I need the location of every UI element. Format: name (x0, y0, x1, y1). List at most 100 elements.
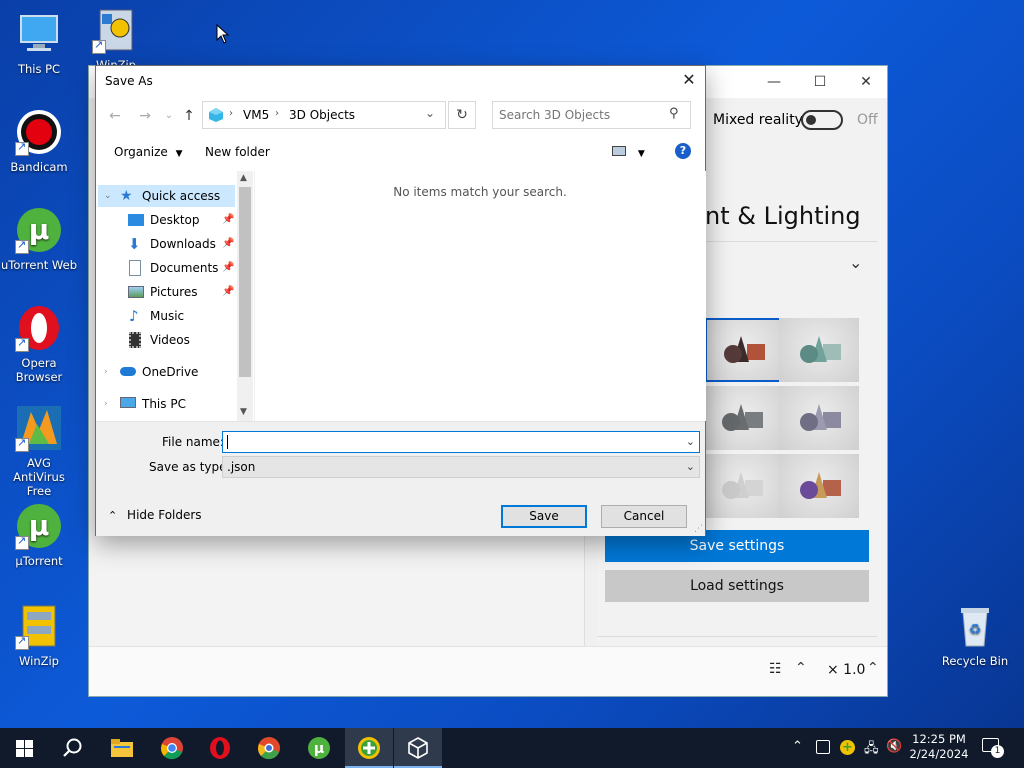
scrollbar-thumb[interactable] (239, 187, 251, 377)
nav-item-onedrive[interactable]: › OneDrive (96, 361, 235, 383)
nav-item-desktop[interactable]: Desktop 📌 (96, 209, 235, 231)
desktop-icon-utorrent[interactable]: µ µTorrent (1, 502, 77, 568)
nav-item-this-pc[interactable]: › This PC (96, 393, 235, 415)
navigation-scrollbar[interactable]: ▲ ▼ (237, 171, 253, 421)
tray-green-plus-icon[interactable]: + (840, 740, 855, 755)
search-box[interactable]: ⚲ (492, 101, 691, 129)
save-as-type-value: .json (227, 460, 256, 474)
search-button[interactable] (48, 728, 96, 768)
taskbar-3d-viewer[interactable] (394, 728, 442, 768)
file-list-area[interactable]: No items match your search. (254, 171, 706, 421)
lighting-preset[interactable] (779, 318, 859, 382)
notification-center-button[interactable]: 1 (982, 738, 1004, 758)
chevron-up-icon[interactable]: ⌃ (867, 660, 879, 676)
search-icon[interactable]: ⚲ (669, 106, 679, 121)
view-menu-button[interactable]: ▼ (612, 145, 645, 159)
chevron-up-icon[interactable]: ⌃ (795, 660, 807, 676)
address-dropdown-icon[interactable]: ⌄ (425, 106, 435, 120)
videos-icon (129, 332, 141, 348)
desktop-icon-this-pc[interactable]: This PC (1, 10, 77, 76)
nav-item-videos[interactable]: Videos (96, 329, 235, 351)
cancel-button[interactable]: Cancel (601, 505, 687, 528)
nav-item-label: This PC (142, 397, 186, 411)
pin-icon: 📌 (222, 238, 235, 249)
lighting-preset[interactable] (705, 386, 785, 450)
desktop-icon-avg[interactable]: AVG AntiVirus Free (1, 404, 77, 498)
mixed-reality-toggle[interactable] (801, 110, 843, 130)
view-options-icon[interactable]: ☷ (769, 661, 782, 677)
taskbar-utorrent[interactable]: µ (295, 728, 343, 768)
computer-icon (120, 397, 136, 408)
nav-item-downloads[interactable]: ⬇ Downloads 📌 (96, 233, 235, 255)
taskbar-app-active[interactable] (345, 728, 393, 768)
lighting-preset[interactable] (705, 454, 785, 518)
file-explorer-icon (111, 739, 133, 757)
help-icon[interactable]: ? (675, 143, 691, 159)
desktop-icon-opera[interactable]: Opera Browser (1, 304, 77, 384)
search-input[interactable] (499, 106, 663, 124)
chevron-down-icon[interactable]: ⌄ (686, 432, 695, 452)
text-cursor (227, 435, 228, 449)
tray-app-icon[interactable] (816, 740, 830, 754)
start-button[interactable] (0, 728, 48, 768)
lighting-preset[interactable] (779, 454, 859, 518)
minimize-button[interactable]: — (751, 66, 797, 98)
scroll-up-icon[interactable]: ▲ (240, 173, 247, 183)
forward-button[interactable]: → (134, 106, 156, 126)
nav-item-quick-access[interactable]: ⌄ ★ Quick access (96, 185, 235, 207)
volume-muted-icon[interactable]: 🔇 (886, 739, 902, 754)
desktop-icon-label: Opera Browser (15, 356, 63, 384)
desktop-icon-label: uTorrent Web (1, 258, 77, 272)
resize-grip-icon[interactable]: ⋰ (694, 524, 703, 534)
address-bar[interactable]: › VM5 › 3D Objects ⌄ (202, 101, 446, 129)
dialog-close-button[interactable]: ✕ (673, 66, 705, 94)
refresh-button[interactable]: ↻ (448, 101, 476, 129)
winzip-icon (92, 6, 140, 54)
taskbar-browser[interactable] (245, 728, 293, 768)
nav-item-music[interactable]: ♪ Music (96, 305, 235, 327)
desktop-icon-bandicam[interactable]: Bandicam (1, 108, 77, 174)
clock[interactable]: 12:25 PM 2/24/2024 (908, 732, 970, 762)
nav-item-documents[interactable]: Documents 📌 (96, 257, 235, 279)
file-name-field[interactable]: ⌄ (222, 431, 700, 453)
pin-icon: 📌 (222, 286, 235, 297)
up-button[interactable]: ↑ (178, 106, 200, 126)
back-button[interactable]: ← (104, 106, 126, 126)
chevron-down-icon[interactable]: ⌄ (849, 253, 862, 272)
app-close-button[interactable]: ✕ (843, 66, 889, 98)
new-folder-button[interactable]: New folder (205, 145, 270, 159)
taskbar-file-explorer[interactable] (98, 728, 146, 768)
desktop-icon-utorrent-web[interactable]: µ uTorrent Web (1, 206, 77, 272)
desktop-icon-recycle-bin[interactable]: ♻ Recycle Bin (937, 602, 1013, 668)
breadcrumb-item[interactable]: VM5 (243, 108, 269, 122)
taskbar-chrome[interactable] (148, 728, 196, 768)
show-hidden-icons-chevron[interactable]: ⌃ (792, 739, 803, 754)
network-icon[interactable]: 🖧 (864, 739, 879, 761)
taskbar-opera[interactable] (196, 728, 244, 768)
nav-item-pictures[interactable]: Pictures 📌 (96, 281, 235, 303)
desktop-icon-winzip-partial[interactable]: WinZip (78, 6, 154, 66)
hide-folders-button[interactable]: ⌃ Hide Folders (108, 508, 202, 522)
desktop-icon-label: AVG AntiVirus Free (13, 456, 65, 498)
caret-down-icon: ▼ (637, 149, 645, 159)
nav-item-label: Music (150, 309, 185, 323)
music-note-icon: ♪ (129, 307, 139, 325)
green-plus-app-icon (358, 737, 380, 759)
empty-message: No items match your search. (393, 185, 567, 199)
scroll-down-icon[interactable]: ▼ (240, 407, 247, 417)
recent-locations-button[interactable]: ⌄ (158, 106, 180, 126)
desktop-icon-winzip[interactable]: WinZip (1, 602, 77, 668)
save-button[interactable]: Save (501, 505, 587, 528)
caret-down-icon: ▼ (175, 149, 183, 159)
shortcut-arrow-icon (15, 336, 29, 352)
save-as-type-select[interactable]: .json ⌄ (222, 456, 700, 478)
avg-antivirus-icon (15, 404, 63, 452)
breadcrumb-item[interactable]: 3D Objects (289, 108, 355, 122)
load-settings-button[interactable]: Load settings (605, 570, 869, 602)
maximize-button[interactable]: ☐ (797, 66, 843, 98)
organize-menu[interactable]: Organize ▼ (114, 145, 183, 159)
lighting-preset[interactable] (705, 318, 785, 382)
dialog-title: Save As (105, 74, 153, 88)
shortcut-arrow-icon (15, 238, 29, 254)
lighting-preset[interactable] (779, 386, 859, 450)
